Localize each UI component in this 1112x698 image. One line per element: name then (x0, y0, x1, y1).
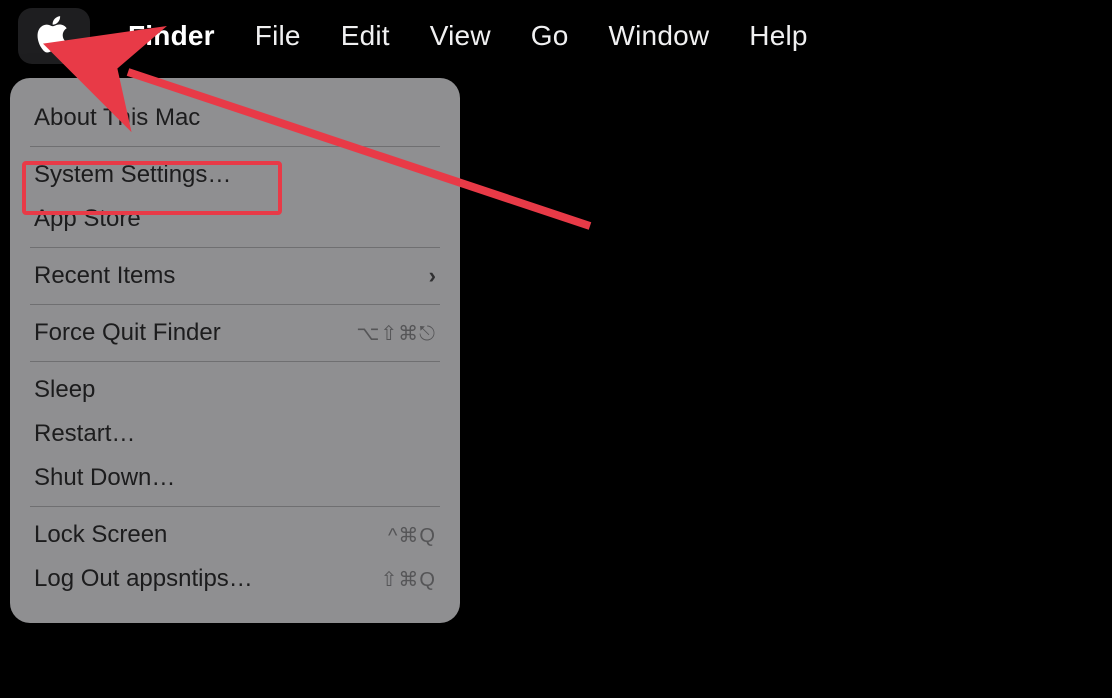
menu-item-label: Log Out appsntips… (34, 565, 253, 593)
menu-separator (30, 506, 440, 507)
menu-separator (30, 361, 440, 362)
menu-item-label: Shut Down… (34, 464, 175, 492)
menu-item-force-quit[interactable]: Force Quit Finder ⌥⇧⌘⎋ (28, 311, 442, 355)
menu-item-label: App Store (34, 205, 141, 233)
menu-item-label: Lock Screen (34, 521, 167, 549)
keyboard-shortcut: ⌥⇧⌘⎋ (356, 321, 436, 346)
menubar: Finder File Edit View Go Window Help (0, 0, 1112, 72)
menu-item-restart[interactable]: Restart… (28, 412, 442, 456)
menu-item-system-settings[interactable]: System Settings… (28, 153, 442, 197)
menu-item-label: Sleep (34, 376, 95, 404)
menu-separator (30, 146, 440, 147)
menu-separator (30, 304, 440, 305)
menubar-item-go[interactable]: Go (531, 20, 569, 52)
menubar-item-help[interactable]: Help (749, 20, 807, 52)
menu-item-shut-down[interactable]: Shut Down… (28, 456, 442, 500)
menubar-items: Finder File Edit View Go Window Help (128, 20, 808, 52)
menu-item-label: About This Mac (34, 104, 200, 132)
menu-item-label: Force Quit Finder (34, 319, 221, 347)
apple-dropdown-menu: About This Mac System Settings… App Stor… (10, 78, 460, 623)
menubar-item-file[interactable]: File (255, 20, 301, 52)
menubar-app-name[interactable]: Finder (128, 20, 215, 52)
menu-item-lock-screen[interactable]: Lock Screen ^⌘Q (28, 513, 442, 557)
menu-item-sleep[interactable]: Sleep (28, 368, 442, 412)
menu-item-log-out[interactable]: Log Out appsntips… ⇧⌘Q (28, 557, 442, 601)
menu-item-recent-items[interactable]: Recent Items › (28, 254, 442, 298)
menu-item-app-store[interactable]: App Store (28, 197, 442, 241)
menu-item-label: System Settings… (34, 161, 231, 189)
menu-separator (30, 247, 440, 248)
apple-logo-icon (37, 14, 71, 59)
apple-menu-button[interactable] (18, 8, 90, 64)
menu-item-label: Restart… (34, 420, 135, 448)
menu-item-about-this-mac[interactable]: About This Mac (28, 96, 442, 140)
menu-item-label: Recent Items (34, 262, 175, 290)
keyboard-shortcut: ^⌘Q (388, 523, 436, 548)
keyboard-shortcut: ⇧⌘Q (381, 567, 436, 592)
menubar-item-view[interactable]: View (430, 20, 491, 52)
menubar-item-edit[interactable]: Edit (341, 20, 390, 52)
menubar-item-window[interactable]: Window (609, 20, 710, 52)
chevron-right-icon: › (429, 263, 436, 289)
